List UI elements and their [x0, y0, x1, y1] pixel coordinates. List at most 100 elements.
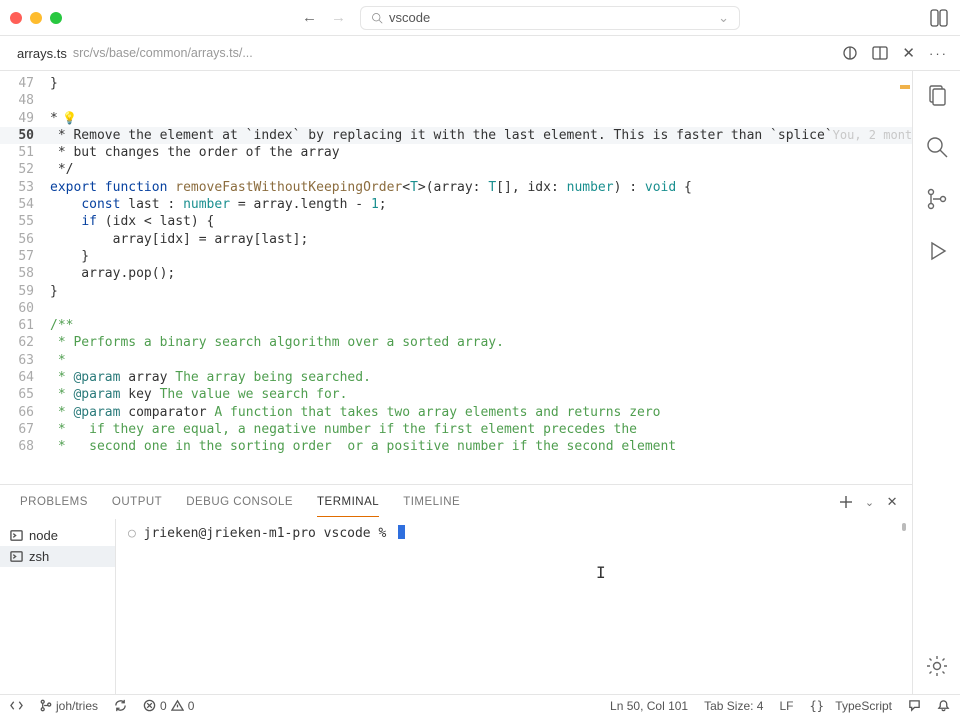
code-line[interactable]: 53export function removeFastWithoutKeepi… [0, 179, 912, 196]
nav-back-button[interactable]: ← [302, 9, 317, 26]
terminal-item-zsh[interactable]: zsh [0, 546, 115, 567]
layout-controls [930, 9, 948, 32]
editor-tab-actions: ✕ ··· [842, 44, 948, 62]
text-caret-icon: I [596, 563, 606, 582]
code-line[interactable]: 58 array.pop(); [0, 265, 912, 282]
code-content: } [50, 75, 912, 92]
panel-layout-icon[interactable] [930, 9, 948, 27]
code-line[interactable]: 54 const last : number = array.length - … [0, 196, 912, 213]
split-editor-icon[interactable] [872, 45, 888, 61]
zoom-window-button[interactable] [50, 12, 62, 24]
terminal-prompt: jrieken@jrieken-m1-pro vscode % [144, 526, 387, 541]
close-editor-button[interactable]: ✕ [902, 44, 915, 62]
code-line[interactable]: 50 * Remove the element at `index` by re… [0, 127, 912, 144]
problems-status[interactable]: 0 0 [143, 699, 194, 713]
panel-tab-output[interactable]: OUTPUT [112, 496, 162, 508]
code-content: */ [50, 161, 912, 178]
code-line[interactable]: 56 array[idx] = array[last]; [0, 231, 912, 248]
code-line[interactable]: 47} [0, 75, 912, 92]
code-line[interactable]: 48 [0, 92, 912, 109]
branch-status[interactable]: joh/tries [39, 699, 98, 713]
code-content: if (idx < last) { [50, 213, 912, 230]
code-content: * Remove the element at `index` by repla… [50, 127, 833, 144]
terminal-item-label: node [29, 528, 58, 543]
search-icon [371, 12, 383, 24]
settings-gear-icon[interactable] [925, 654, 949, 678]
code-line[interactable]: 62 * Performs a binary search algorithm … [0, 334, 912, 351]
code-line[interactable]: 68 * second one in the sorting order or … [0, 438, 912, 455]
line-number: 51 [0, 144, 50, 161]
window-controls [10, 12, 62, 24]
run-debug-icon[interactable] [925, 239, 949, 263]
code-line[interactable]: 65 * @param key The value we search for. [0, 386, 912, 403]
history-nav: ← → [302, 9, 346, 26]
panel-tab-timeline[interactable]: TIMELINE [403, 496, 460, 508]
code-line[interactable]: 67 * if they are equal, a negative numbe… [0, 421, 912, 438]
code-line[interactable]: 57 } [0, 248, 912, 265]
code-line[interactable]: 59} [0, 283, 912, 300]
terminal-icon [10, 550, 23, 563]
command-center[interactable]: vscode ⌄ [360, 6, 740, 30]
panel-tab-terminal[interactable]: TERMINAL [317, 496, 379, 517]
code-content: * @param key The value we search for. [50, 386, 912, 403]
panel-tab-problems[interactable]: PROBLEMS [20, 496, 88, 508]
code-editor[interactable]: 47}4849💡*50 * Remove the element at `ind… [0, 71, 912, 484]
files-icon[interactable] [925, 83, 949, 107]
title-bar: ← → vscode ⌄ [0, 0, 960, 36]
sync-status[interactable] [114, 699, 127, 712]
panel-body: node zsh ○ jrieken@jrieken-m1-pro vscode … [0, 519, 912, 694]
line-number: 47 [0, 75, 50, 92]
close-window-button[interactable] [10, 12, 22, 24]
code-line[interactable]: 64 * @param array The array being search… [0, 369, 912, 386]
feedback-icon[interactable] [908, 699, 921, 712]
source-control-icon[interactable] [925, 187, 949, 211]
terminal-scrollbar[interactable] [902, 523, 906, 531]
code-line[interactable]: 60 [0, 300, 912, 317]
terminal[interactable]: ○ jrieken@jrieken-m1-pro vscode % I [116, 519, 912, 694]
terminal-dropdown-icon[interactable]: ⌄ [865, 496, 875, 509]
code-line[interactable]: 52 */ [0, 161, 912, 178]
line-number: 49 [0, 110, 50, 127]
notifications-icon[interactable] [937, 699, 950, 712]
workbench: 47}4849💡*50 * Remove the element at `ind… [0, 71, 960, 694]
code-content: const last : number = array.length - 1; [50, 196, 912, 213]
code-content: /** [50, 317, 912, 334]
line-number: 68 [0, 438, 50, 455]
minimize-window-button[interactable] [30, 12, 42, 24]
code-line[interactable]: 49💡* [0, 110, 912, 127]
code-line[interactable]: 66 * @param comparator A function that t… [0, 404, 912, 421]
code-line[interactable]: 61/** [0, 317, 912, 334]
code-content: * [50, 352, 912, 369]
close-panel-button[interactable]: ✕ [887, 494, 898, 510]
line-number: 65 [0, 386, 50, 403]
line-number: 56 [0, 231, 50, 248]
terminal-cursor [398, 525, 405, 539]
compare-icon[interactable] [842, 45, 858, 61]
eol-status[interactable]: LF [779, 699, 793, 713]
indent-status[interactable]: Tab Size: 4 [704, 699, 763, 713]
code-content [50, 300, 912, 317]
new-terminal-button[interactable] [839, 495, 853, 509]
more-actions-button[interactable]: ··· [929, 46, 948, 61]
breadcrumb[interactable]: src/vs/base/common/arrays.ts/... [73, 46, 253, 60]
terminal-item-node[interactable]: node [0, 525, 115, 546]
code-line[interactable]: 63 * [0, 352, 912, 369]
code-line[interactable]: 55 if (idx < last) { [0, 213, 912, 230]
cursor-position-status[interactable]: Ln 50, Col 101 [610, 699, 688, 713]
code-content [50, 92, 912, 109]
language-status[interactable]: {} TypeScript [810, 699, 893, 713]
panel-actions: ⌄ ✕ [839, 494, 898, 510]
code-line[interactable]: 51 * but changes the order of the array [0, 144, 912, 161]
nav-forward-button[interactable]: → [331, 9, 346, 26]
remote-indicator[interactable] [10, 699, 23, 712]
code-content: array.pop(); [50, 265, 912, 282]
editor-area: 47}4849💡*50 * Remove the element at `ind… [0, 71, 912, 694]
line-number: 54 [0, 196, 50, 213]
code-content: export function removeFastWithoutKeeping… [50, 179, 912, 196]
line-number: 67 [0, 421, 50, 438]
editor-tab-filename[interactable]: arrays.ts [17, 46, 67, 61]
chevron-down-icon: ⌄ [718, 10, 729, 26]
search-icon[interactable] [925, 135, 949, 159]
panel-tab-debug-console[interactable]: DEBUG CONSOLE [186, 496, 293, 508]
terminal-item-label: zsh [29, 549, 49, 564]
